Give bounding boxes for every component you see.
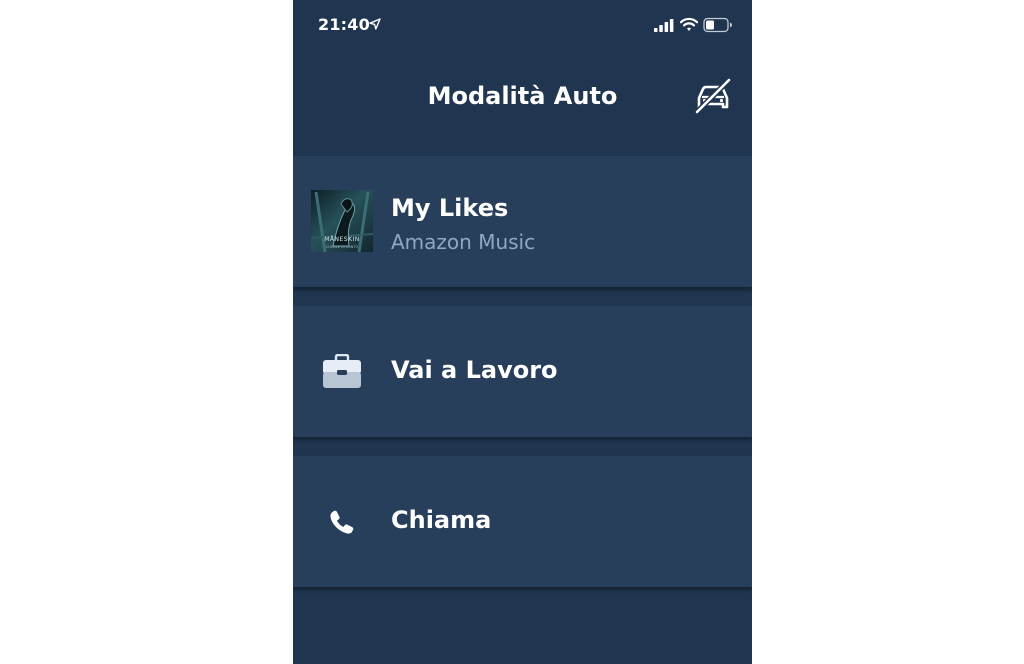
car-mode-off-icon[interactable] — [693, 76, 733, 116]
card-title: My Likes — [391, 194, 509, 222]
app-screen: 21:40 Modalità Auto MÅNESKIN CORALE DI C… — [293, 0, 752, 664]
album-art-title: MÅNESKIN — [324, 236, 360, 243]
card-subtitle: Amazon Music — [391, 230, 536, 254]
card-my-likes[interactable]: MÅNESKIN CORALE DI CANTO My Likes Amazon… — [293, 156, 752, 287]
briefcase-icon — [323, 354, 361, 388]
location-arrow-icon — [369, 18, 381, 30]
phone-icon — [330, 510, 354, 534]
album-art-subtitle: CORALE DI CANTO — [325, 245, 359, 249]
card-chiama[interactable]: Chiama — [293, 456, 752, 587]
cellular-signal-icon — [654, 19, 674, 32]
header: Modalità Auto — [293, 52, 752, 156]
status-bar: 21:40 — [293, 0, 752, 52]
page-title: Modalità Auto — [427, 82, 618, 110]
battery-icon — [703, 17, 732, 33]
card-title: Vai a Lavoro — [391, 356, 558, 384]
card-title: Chiama — [391, 506, 492, 534]
card-vai-a-lavoro[interactable]: Vai a Lavoro — [293, 306, 752, 437]
album-art: MÅNESKIN CORALE DI CANTO — [311, 190, 373, 252]
status-time: 21:40 — [318, 15, 370, 34]
wifi-icon — [680, 17, 698, 31]
